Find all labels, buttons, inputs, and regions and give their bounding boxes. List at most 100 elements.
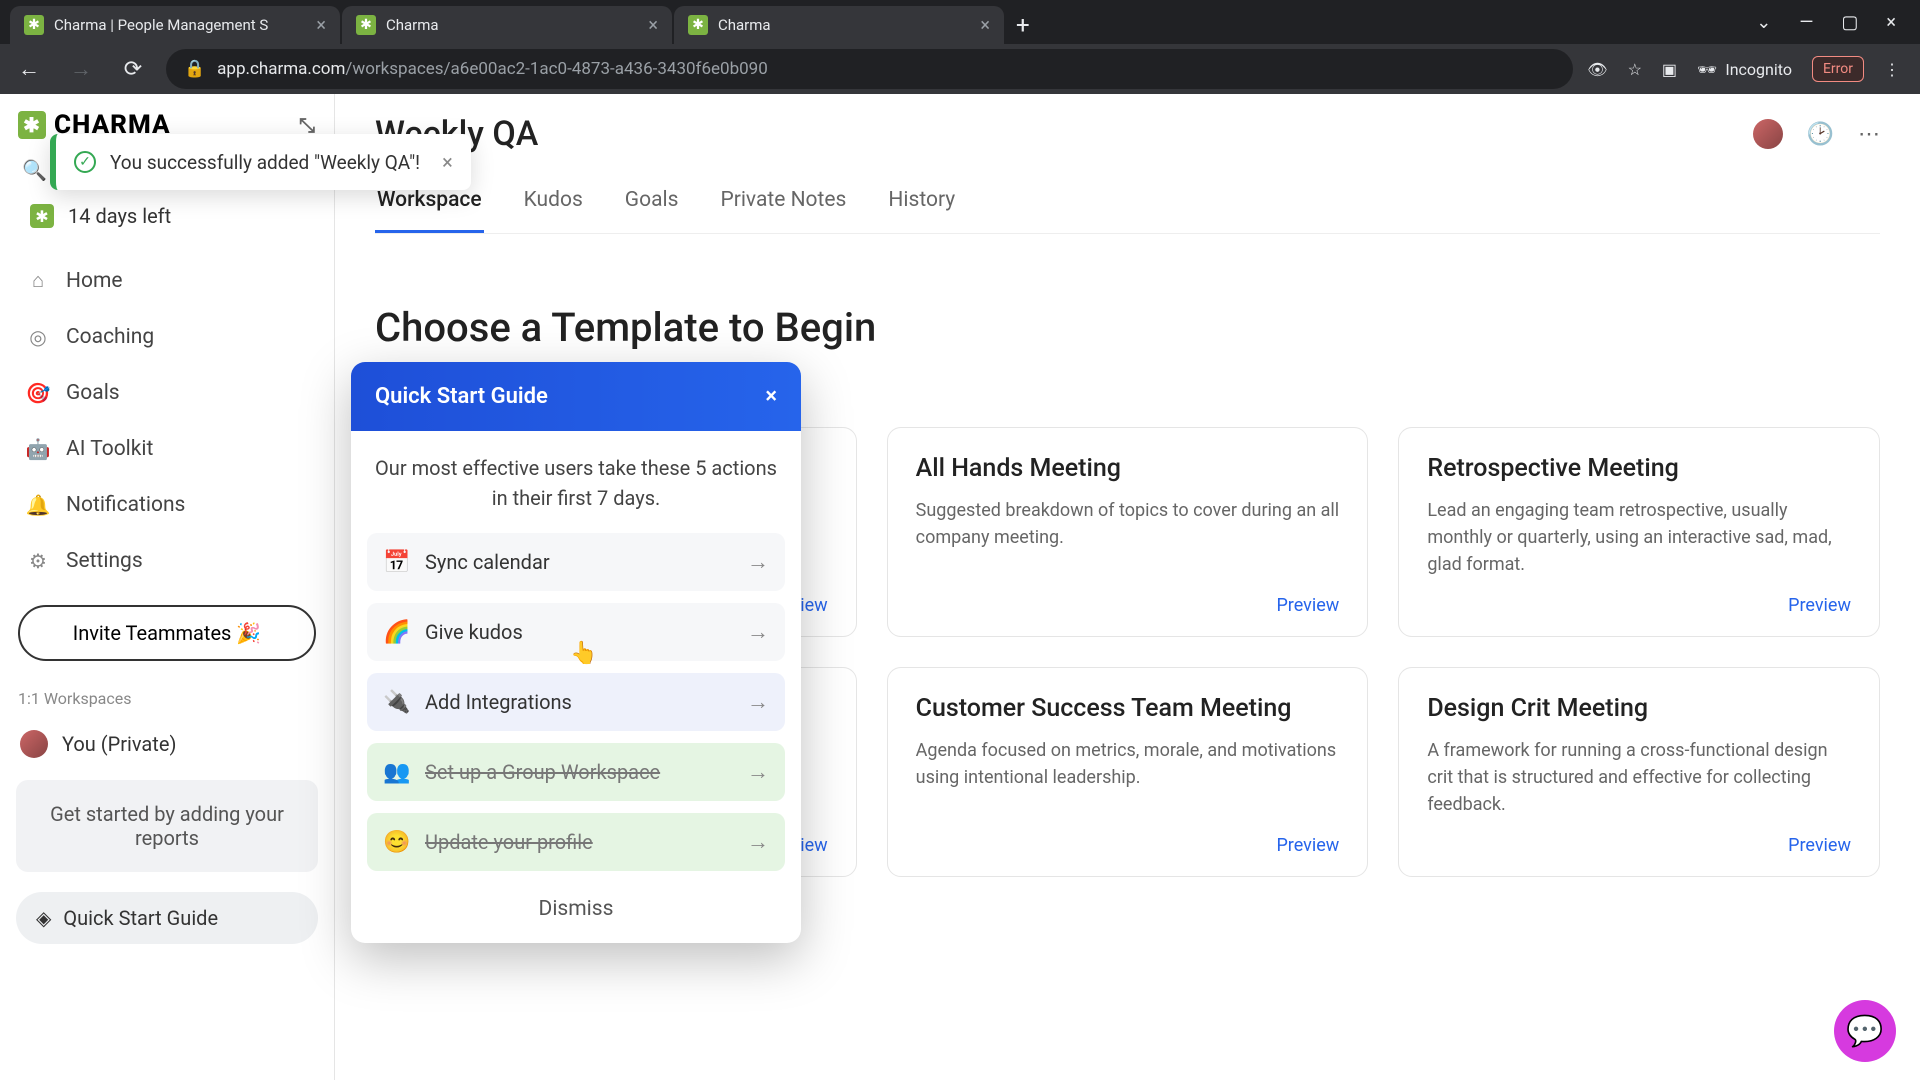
tab-history[interactable]: History [886,178,957,233]
maximize-icon[interactable]: ▢ [1841,12,1858,33]
tab-goals[interactable]: Goals [623,178,681,233]
menu-icon[interactable]: ⋮ [1884,60,1900,79]
coaching-icon: ◎ [26,325,50,349]
toast-close-icon[interactable]: × [442,150,453,174]
sidebar-item-you[interactable]: You (Private) [12,716,322,772]
favicon-icon: ✱ [356,15,376,35]
templates-heading: Choose a Template to Begin [375,304,1880,351]
back-button[interactable]: ← [10,50,48,88]
preview-link[interactable]: Preview [916,595,1340,616]
nav-label: Settings [66,549,143,573]
window-controls: ⌄ — ▢ × [1756,12,1910,33]
qsg-close-icon[interactable]: × [765,384,777,409]
more-icon[interactable]: ⋯ [1858,122,1880,147]
qsg-item-update-profile[interactable]: 😊 Update your profile → [367,813,785,871]
tab-close-icon[interactable]: × [980,15,990,36]
bookmark-star-icon[interactable]: ☆ [1628,60,1642,79]
target-icon: 🎯 [26,381,50,405]
sidebar-item-notifications[interactable]: 🔔 Notifications [12,477,322,533]
search-icon: 🔍 [22,158,47,182]
clock-icon[interactable]: 🕑 [1807,122,1834,147]
sidebar-item-home[interactable]: ⌂Home [12,252,322,309]
chat-icon: 💬 [1846,1014,1883,1049]
gear-icon: ⚙ [26,549,50,573]
calendar-icon: 📅 [383,550,409,575]
tab-close-icon[interactable]: × [316,15,326,36]
bell-icon: 🔔 [26,493,50,517]
nav-label: Home [66,269,123,293]
eye-off-icon[interactable]: 👁 [1587,60,1607,79]
toolbar-right: 👁 ☆ ▣ 🕶 Incognito Error ⋮ [1587,56,1910,82]
template-title: All Hands Meeting [916,454,1340,483]
template-card[interactable]: Design Crit Meeting A framework for runn… [1398,667,1880,877]
trial-banner[interactable]: ✱ 14 days left [12,190,322,242]
browser-tab[interactable]: ✱ Charma | People Management S × [10,6,340,44]
browser-tab[interactable]: ✱ Charma × [674,6,1004,44]
template-card[interactable]: Customer Success Team Meeting Agenda foc… [887,667,1369,877]
arrow-right-icon: → [747,689,769,715]
quick-start-modal: Quick Start Guide × Our most effective u… [351,362,801,943]
qsg-item-give-kudos[interactable]: 🌈 Give kudos → [367,603,785,661]
incognito-label: Incognito [1725,60,1792,79]
nav-label: Notifications [66,493,185,517]
success-toast: ✓ You successfully added "Weekly QA"! × [50,134,471,190]
rainbow-icon: 🌈 [383,620,409,645]
qsg-title: Quick Start Guide [375,384,548,409]
nav-label: Coaching [66,325,154,349]
qsg-item-add-integrations[interactable]: 🔌 Add Integrations → [367,673,785,731]
checkmark-icon: ✓ [74,151,96,173]
incognito-icon: 🕶 [1697,60,1717,79]
favicon-icon: ✱ [688,15,708,35]
workspace-tabs: Workspace Kudos Goals Private Notes Hist… [375,178,1880,234]
browser-tab[interactable]: ✱ Charma × [342,6,672,44]
qsg-header: Quick Start Guide × [351,362,801,431]
nav-label: AI Toolkit [66,437,153,461]
qsg-item-sync-calendar[interactable]: 📅 Sync calendar → [367,533,785,591]
avatar-icon [20,730,48,758]
forward-button[interactable]: → [62,50,100,88]
reload-button[interactable]: ⟳ [114,50,152,88]
sidebar-item-settings[interactable]: ⚙ Settings [12,533,322,589]
invite-label: Invite Teammates 🎉 [73,621,262,645]
logo-icon: ✱ [18,111,46,139]
invite-teammates-button[interactable]: Invite Teammates 🎉 [18,605,316,661]
tab-search-icon[interactable]: ⌄ [1756,12,1771,33]
url-bar: ← → ⟳ 🔒 app.charma.com/workspaces/a6e00a… [0,44,1920,94]
sidebar-item-ai-toolkit[interactable]: 🤖 AI Toolkit [12,421,322,477]
sidebar-item-goals[interactable]: 🎯Goals [12,365,322,421]
qsg-dismiss-button[interactable]: Dismiss [351,879,801,943]
add-reports-card[interactable]: Get started by adding your reports [16,780,318,872]
tab-kudos[interactable]: Kudos [522,178,585,233]
chat-fab[interactable]: 💬 [1834,1000,1896,1062]
template-desc: A framework for running a cross-function… [1427,737,1851,821]
panel-icon[interactable]: ▣ [1662,60,1677,79]
arrow-right-icon: → [747,549,769,575]
tab-private-notes[interactable]: Private Notes [718,178,848,233]
close-window-icon[interactable]: × [1886,12,1896,33]
preview-link[interactable]: Preview [1427,835,1851,856]
qsg-item-setup-group-workspace[interactable]: 👥 Set up a Group Workspace → [367,743,785,801]
sidebar-item-coaching[interactable]: ◎ Coaching [12,309,322,365]
new-tab-button[interactable]: + [1006,6,1040,44]
user-avatar[interactable] [1753,119,1783,149]
qsg-item-label: Give kudos [425,620,523,644]
qsg-pill-label: Quick Start Guide [63,906,218,930]
tab-bar: ✱ Charma | People Management S × ✱ Charm… [0,0,1920,44]
plug-icon: 🔌 [383,690,409,715]
template-card[interactable]: Retrospective Meeting Lead an engaging t… [1398,427,1880,637]
quick-start-guide-button[interactable]: ◈ Quick Start Guide [16,892,318,944]
template-card[interactable]: All Hands Meeting Suggested breakdown of… [887,427,1369,637]
arrow-right-icon: → [747,759,769,785]
preview-link[interactable]: Preview [916,835,1340,856]
tab-close-icon[interactable]: × [648,15,658,36]
minimize-icon[interactable]: — [1799,12,1813,33]
url-field[interactable]: 🔒 app.charma.com/workspaces/a6e00ac2-1ac… [166,49,1573,89]
qsg-intro: Our most effective users take these 5 ac… [351,431,801,529]
ai-icon: 🤖 [26,437,50,461]
error-badge[interactable]: Error [1812,56,1864,82]
preview-link[interactable]: Preview [1427,595,1851,616]
url-path: /workspaces/a6e00ac2-1ac0-4873-a436-3430… [345,59,767,79]
arrow-right-icon: → [747,619,769,645]
workspace-section-label: 1:1 Workspaces [12,677,322,716]
tab-title: Charma [386,16,638,34]
